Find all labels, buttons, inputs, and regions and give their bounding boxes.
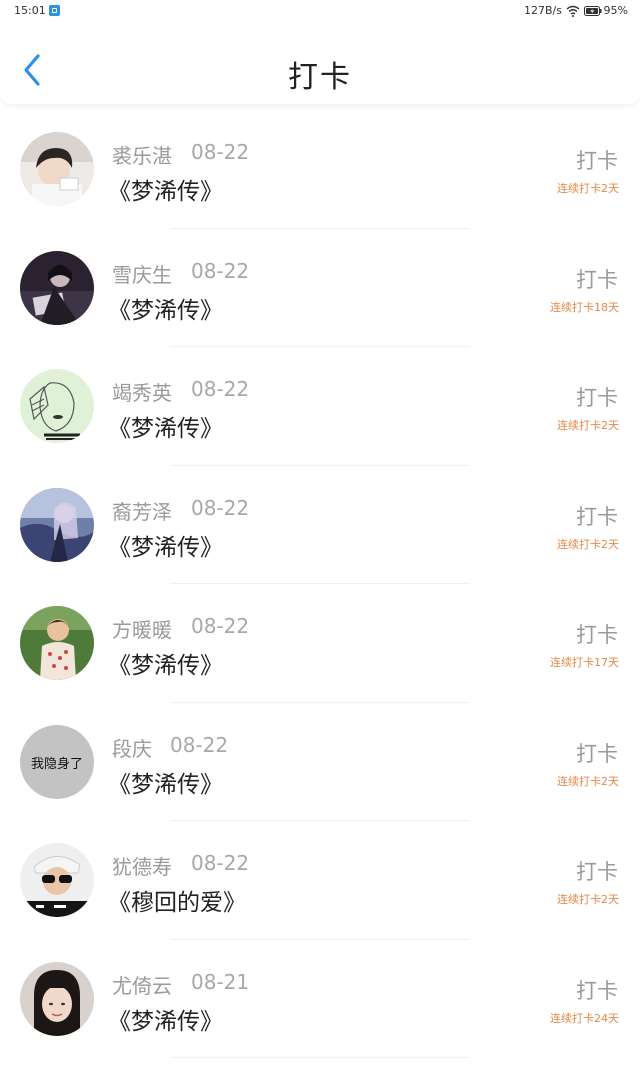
list-item[interactable]: 方暖暖 08-22 《梦浠传》 打卡 连续打卡17天 bbox=[0, 584, 640, 703]
checkin-button[interactable]: 打卡 bbox=[576, 738, 618, 768]
status-time: 15:01 bbox=[14, 4, 46, 17]
user-name: 裘乐湛 bbox=[112, 144, 172, 168]
streak-label: 连续打卡2天 bbox=[557, 893, 619, 906]
checkin-date: 08-22 bbox=[191, 614, 250, 638]
streak-label: 连续打卡18天 bbox=[550, 300, 619, 314]
streak-label: 连续打卡2天 bbox=[557, 537, 619, 551]
list-item[interactable]: 竭秀英 08-22 《梦浠传》 打卡 连续打卡2天 bbox=[0, 347, 640, 466]
checkin-date: 08-21 bbox=[191, 969, 250, 994]
book-title[interactable]: 《梦浠传》 bbox=[108, 646, 223, 680]
checkin-button[interactable]: 打卡 bbox=[576, 382, 618, 412]
checkin-button[interactable]: 打卡 bbox=[576, 501, 618, 531]
checkin-date: 08-22 bbox=[191, 495, 250, 520]
streak-label: 连续打卡2天 bbox=[557, 774, 619, 788]
checkin-button[interactable]: 打卡 bbox=[576, 856, 618, 886]
user-name: 方暖暖 bbox=[112, 618, 172, 642]
checkin-button[interactable]: 打卡 bbox=[576, 975, 618, 1005]
checkin-button[interactable]: 打卡 bbox=[576, 145, 618, 175]
avatar[interactable] bbox=[20, 961, 94, 1036]
avatar[interactable] bbox=[20, 843, 94, 917]
avatar[interactable] bbox=[20, 132, 94, 206]
book-title[interactable]: 《梦浠传》 bbox=[108, 1002, 223, 1036]
streak-label: 连续打卡2天 bbox=[557, 182, 619, 195]
book-title[interactable]: 《穆回的爱》 bbox=[108, 883, 246, 917]
streak-label: 连续打卡17天 bbox=[550, 656, 619, 669]
list-item[interactable]: 裘乐湛 08-22 《梦浠传》 打卡 连续打卡2天 bbox=[0, 110, 640, 229]
user-name: 雪庆生 bbox=[112, 262, 172, 287]
book-title[interactable]: 《梦浠传》 bbox=[108, 409, 223, 443]
book-title[interactable]: 《梦浠传》 bbox=[108, 291, 223, 325]
user-name: 段庆 bbox=[112, 736, 152, 761]
user-name: 尤倚云 bbox=[112, 973, 172, 998]
checkin-list: 裘乐湛 08-22 《梦浠传》 打卡 连续打卡2天 雪庆生 08-22 《梦浠传… bbox=[0, 110, 640, 1058]
list-item[interactable]: 犹德寿 08-22 《穆回的爱》 打卡 连续打卡2天 bbox=[0, 821, 640, 940]
list-item[interactable]: 雪庆生 08-22 《梦浠传》 打卡 连续打卡18天 bbox=[0, 229, 640, 347]
user-name: 竭秀英 bbox=[112, 381, 172, 405]
checkin-date: 08-22 bbox=[191, 258, 250, 283]
book-title[interactable]: 《梦浠传》 bbox=[108, 528, 223, 562]
streak-label: 连续打卡24天 bbox=[550, 1011, 619, 1025]
checkin-button[interactable]: 打卡 bbox=[576, 619, 618, 649]
row-divider bbox=[170, 1057, 470, 1058]
checkin-date: 08-22 bbox=[191, 140, 250, 164]
battery-level: 95% bbox=[603, 4, 628, 17]
checkin-date: 08-22 bbox=[191, 851, 250, 875]
status-bar: 15:01 127B/s 95% bbox=[0, 0, 640, 22]
app-header: 打卡 bbox=[0, 22, 640, 104]
checkin-button[interactable]: 打卡 bbox=[576, 264, 618, 294]
checkin-date: 08-22 bbox=[170, 732, 229, 757]
avatar[interactable] bbox=[20, 369, 94, 443]
streak-label: 连续打卡2天 bbox=[557, 419, 619, 432]
wifi-icon bbox=[566, 5, 580, 17]
book-title[interactable]: 《梦浠传》 bbox=[108, 172, 223, 206]
app-notification-icon bbox=[49, 5, 60, 16]
network-speed: 127B/s bbox=[524, 4, 562, 17]
checkin-date: 08-22 bbox=[191, 377, 250, 401]
avatar[interactable] bbox=[20, 487, 94, 562]
avatar[interactable] bbox=[20, 606, 94, 680]
list-item[interactable]: 尤倚云 08-21 《梦浠传》 打卡 连续打卡24天 bbox=[0, 940, 640, 1058]
book-title[interactable]: 《梦浠传》 bbox=[108, 765, 223, 799]
list-item[interactable]: 我隐身了 段庆 08-22 《梦浠传》 打卡 连续打卡2天 bbox=[0, 703, 640, 821]
list-item[interactable]: 裔芳泽 08-22 《梦浠传》 打卡 连续打卡2天 bbox=[0, 466, 640, 584]
battery-charging-icon bbox=[584, 6, 602, 16]
user-name: 裔芳泽 bbox=[112, 499, 172, 524]
avatar[interactable]: 我隐身了 bbox=[20, 724, 94, 799]
svg-text:我隐身了: 我隐身了 bbox=[31, 756, 83, 772]
page-title: 打卡 bbox=[288, 60, 352, 95]
user-name: 犹德寿 bbox=[112, 855, 172, 879]
avatar[interactable] bbox=[20, 250, 94, 325]
